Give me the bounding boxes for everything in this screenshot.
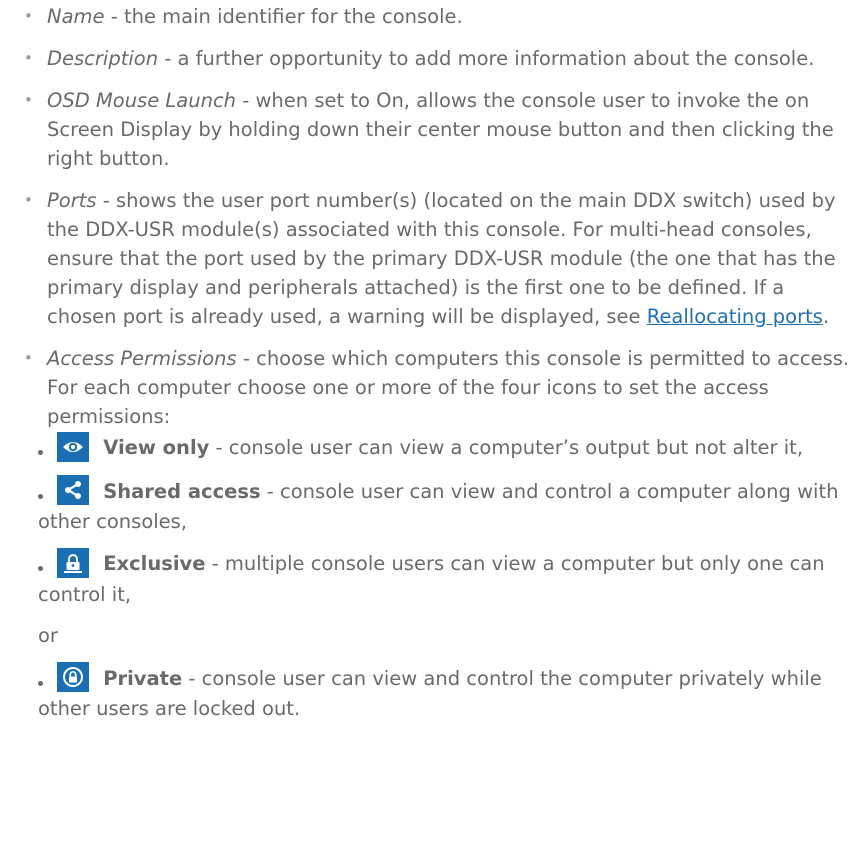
list-item: • Ports - shows the user port number(s) … [0, 186, 859, 331]
sub-bullet [38, 566, 43, 571]
bullet: • [24, 7, 33, 25]
permission-item-private: Private - console user can view and cont… [38, 662, 851, 724]
permission-label: Exclusive [103, 552, 206, 575]
or-text: or [38, 623, 58, 647]
share-icon [57, 475, 90, 505]
permission-item-view-only: View only - console user can view a comp… [38, 431, 851, 464]
term-access-permissions: Access Permissions [47, 347, 237, 370]
item-text: - a further opportunity to add more info… [158, 47, 815, 70]
permission-label: View only [103, 436, 210, 459]
list-item: • Access Permissions - choose which comp… [0, 344, 859, 723]
term-description: Description [47, 47, 159, 70]
permission-label: Private [103, 666, 183, 690]
list-item: • Name - the main identifier for the con… [0, 2, 859, 31]
private-lock-icon [57, 662, 90, 692]
permission-text: - console user can view a computer’s out… [209, 436, 804, 459]
term-name: Name [47, 5, 105, 28]
term-ports: Ports [47, 189, 97, 212]
reallocating-ports-link[interactable]: Reallocating ports [647, 305, 823, 328]
bullet: • [24, 191, 33, 209]
bullet: • [24, 91, 33, 109]
term-osd-mouse-launch: OSD Mouse Launch [47, 89, 237, 112]
bullet: • [24, 349, 33, 367]
sub-bullet [38, 680, 43, 686]
exclusive-lock-icon [57, 547, 90, 578]
list-item: • Description - a further opportunity to… [0, 44, 859, 73]
permission-label: Shared access [103, 479, 261, 503]
permission-item-shared-access: Shared access - console user can view an… [38, 475, 851, 537]
item-text-end: . [822, 305, 830, 328]
document-body: • Name - the main identifier for the con… [0, 0, 859, 723]
item-text: - the main identifier for the console. [104, 5, 463, 28]
list-item: • OSD Mouse Launch - when set to On, all… [0, 86, 859, 173]
field-list: • Name - the main identifier for the con… [0, 2, 859, 723]
eye-icon [57, 431, 90, 462]
sub-bullet [38, 493, 43, 499]
bullet: • [24, 49, 33, 67]
permission-list: View only - console user can view a comp… [38, 431, 851, 723]
permission-item-exclusive: Exclusive - multiple console users can v… [38, 547, 851, 650]
sub-bullet [38, 450, 43, 455]
